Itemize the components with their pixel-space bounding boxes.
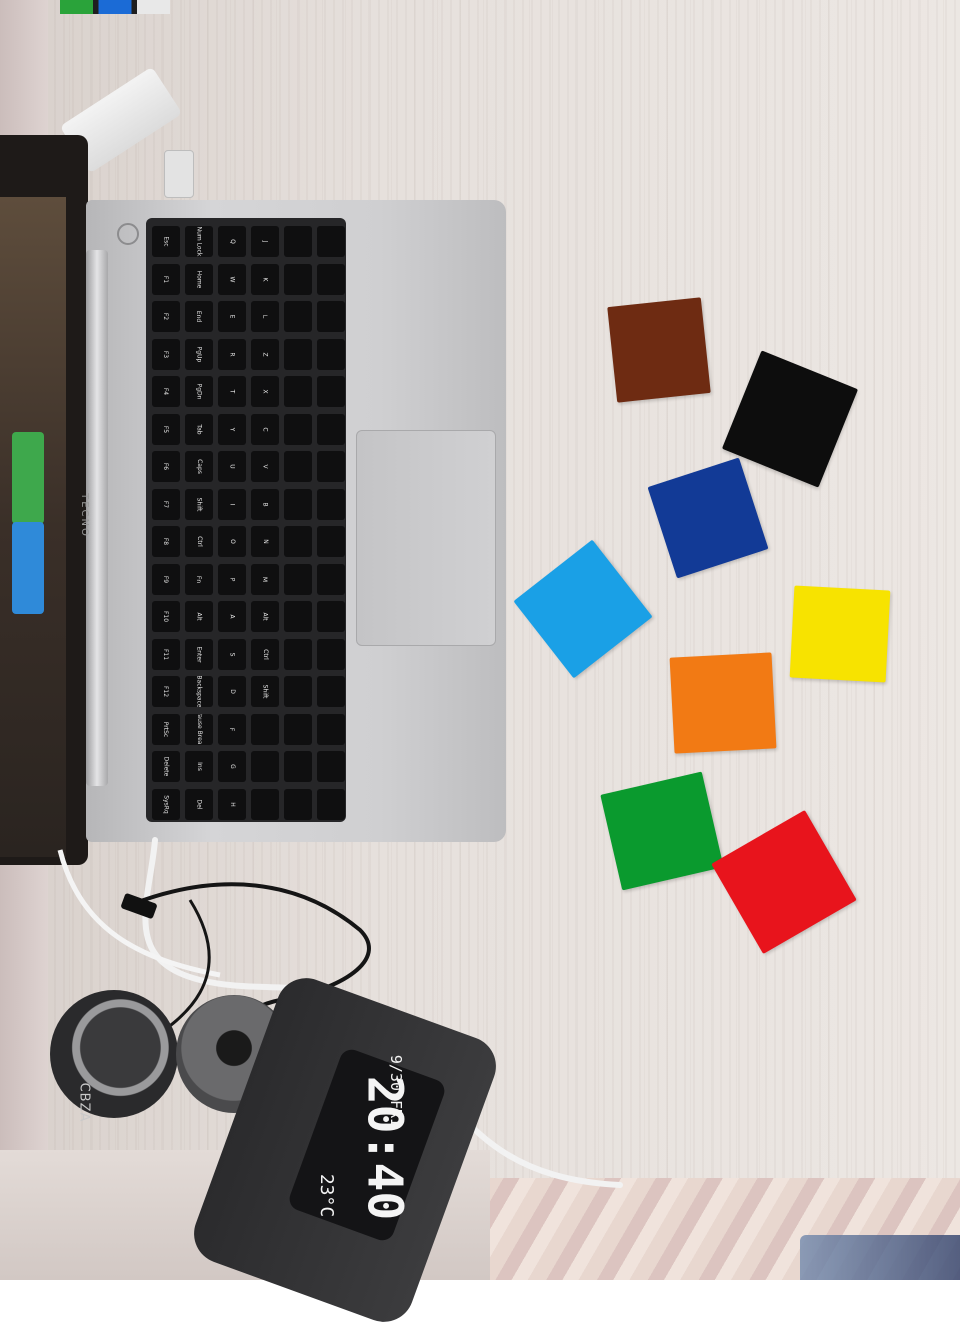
charger-logo: CBZA [76, 1082, 92, 1123]
wireless-charger [50, 990, 178, 1118]
clock-temperature: 23°C [316, 1173, 338, 1218]
clock-date: 9/30 FRI [387, 1054, 406, 1128]
